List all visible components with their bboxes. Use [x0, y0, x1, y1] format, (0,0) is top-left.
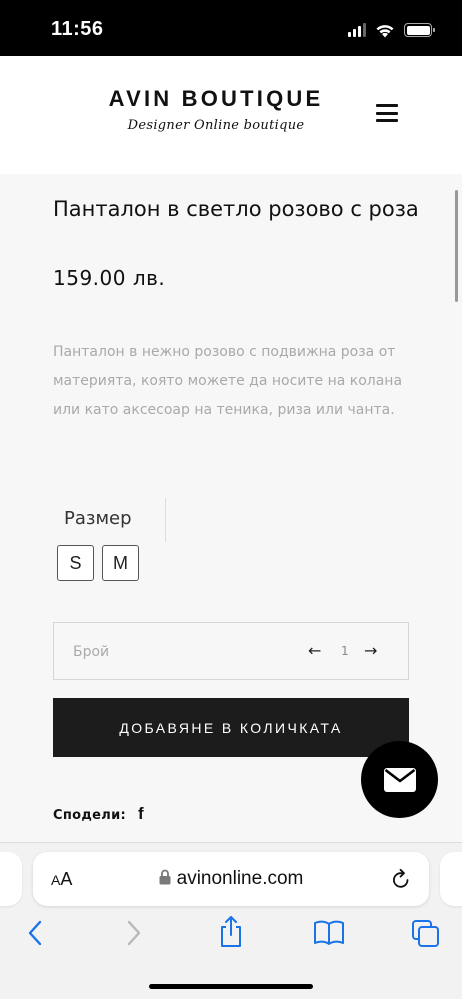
hamburger-menu-icon[interactable] — [376, 104, 398, 122]
home-indicator[interactable] — [149, 984, 313, 989]
size-option-m[interactable]: M — [102, 545, 139, 581]
status-icons — [348, 20, 435, 40]
quantity-value[interactable]: 1 — [341, 644, 349, 658]
quantity-label: Брой — [73, 644, 110, 660]
product-description: Панталон в нежно розово с подвижна роза … — [53, 344, 403, 418]
product-price: 159.00 лв. — [53, 266, 166, 290]
forward-icon[interactable] — [126, 919, 142, 947]
add-to-cart-button[interactable]: ДОБАВЯНЕ В КОЛИЧКАТА — [53, 698, 409, 757]
battery-icon — [404, 23, 435, 37]
share-icon[interactable] — [218, 915, 244, 949]
url-display[interactable]: avinonline.com — [33, 868, 429, 890]
brand-logo[interactable]: AVIN BOUTIQUE Designer Online boutique — [82, 86, 350, 133]
size-option-s[interactable]: S — [57, 545, 94, 581]
scrollbar[interactable] — [455, 190, 458, 302]
quantity-stepper: Брой ← 1 → — [53, 622, 409, 680]
size-label: Размер — [64, 508, 132, 529]
reload-icon[interactable] — [391, 868, 411, 890]
contact-mail-button[interactable] — [361, 741, 438, 818]
next-tab-preview[interactable] — [440, 852, 462, 906]
share-label: Сподели: — [53, 808, 126, 823]
status-time: 11:56 — [51, 18, 104, 40]
brand-name: AVIN BOUTIQUE — [108, 86, 324, 111]
arrow-left-icon[interactable]: ← — [308, 641, 321, 660]
envelope-icon — [383, 767, 416, 792]
wifi-icon — [376, 24, 394, 37]
back-icon[interactable] — [27, 919, 43, 947]
browser-toolbar — [0, 915, 462, 957]
arrow-right-icon[interactable]: → — [364, 641, 377, 660]
status-bar: 11:56 — [0, 0, 462, 56]
browser-bar: AA avinonline.com — [0, 842, 462, 999]
address-bar[interactable]: AA avinonline.com — [33, 852, 429, 906]
site-header: AVIN BOUTIQUE Designer Online boutique — [0, 56, 462, 174]
bookmarks-icon[interactable] — [313, 919, 345, 947]
size-divider — [165, 498, 166, 542]
brand-tagline: Designer Online boutique — [127, 118, 305, 133]
signal-icon — [348, 23, 366, 37]
url-text: avinonline.com — [176, 868, 304, 889]
previous-tab-preview[interactable] — [0, 852, 22, 906]
tabs-icon[interactable] — [411, 919, 441, 949]
lock-icon — [159, 869, 171, 885]
facebook-icon[interactable]: f — [138, 804, 144, 824]
product-title: Панталон в светло розово с роза — [53, 197, 419, 221]
